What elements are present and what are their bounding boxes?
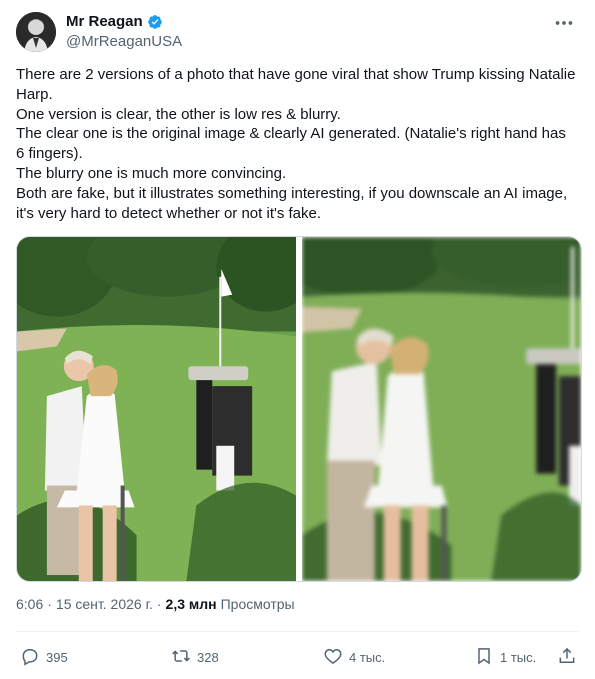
reply-button[interactable]: 395 bbox=[20, 645, 68, 669]
divider bbox=[16, 631, 579, 632]
bookmark-count: 1 тыс. bbox=[500, 649, 537, 665]
photo-clear[interactable] bbox=[17, 237, 296, 581]
tweet-paragraph: The blurry one is much more convincing. bbox=[16, 164, 287, 182]
photo-blurry[interactable] bbox=[302, 237, 581, 581]
retweet-count: 328 bbox=[197, 649, 219, 665]
share-icon bbox=[557, 646, 577, 669]
tweet-paragraph: The clear one is the original image & cl… bbox=[16, 125, 566, 163]
tweet-text: There are 2 versions of a photo that hav… bbox=[16, 65, 576, 223]
reply-icon bbox=[20, 646, 40, 669]
action-bar: 395 328 4 тыс. 1 тыс. bbox=[16, 645, 579, 669]
avatar[interactable] bbox=[16, 12, 56, 52]
name-row: Mr Reagan bbox=[66, 13, 163, 30]
tweet-paragraph: Both are fake, but it illustrates someth… bbox=[16, 184, 568, 222]
retweet-button[interactable]: 328 bbox=[171, 645, 219, 669]
heart-icon bbox=[323, 646, 343, 669]
bookmark-icon bbox=[474, 646, 494, 669]
meta-separator: · bbox=[156, 596, 162, 612]
retweet-icon bbox=[171, 646, 191, 669]
handle[interactable]: @MrReaganUSA bbox=[66, 33, 182, 50]
tweet-paragraph: There are 2 versions of a photo that hav… bbox=[16, 66, 576, 103]
tweet-time[interactable]: 6:06 bbox=[16, 596, 43, 612]
meta-separator: · bbox=[47, 596, 52, 612]
media-grid bbox=[16, 236, 582, 582]
views-count: 2,3 млн bbox=[165, 596, 217, 612]
tweet-meta: 6:06 · 15 сент. 2026 г. · 2,3 млн Просмо… bbox=[16, 596, 295, 612]
tweet-header: Mr Reagan @MrReaganUSA bbox=[16, 12, 579, 52]
more-dots-icon[interactable] bbox=[553, 12, 575, 34]
tweet: Mr Reagan @MrReaganUSA There are 2 versi… bbox=[0, 0, 595, 679]
tweet-date[interactable]: 15 сент. 2026 г. bbox=[56, 596, 153, 612]
verified-badge-icon bbox=[147, 14, 163, 30]
display-name[interactable]: Mr Reagan bbox=[66, 13, 143, 30]
like-button[interactable]: 4 тыс. bbox=[323, 645, 385, 669]
views-label: Просмотры bbox=[220, 596, 295, 612]
tweet-paragraph: One version is clear, the other is low r… bbox=[16, 105, 341, 123]
reply-count: 395 bbox=[46, 649, 68, 665]
like-count: 4 тыс. bbox=[349, 649, 386, 665]
bookmark-button[interactable]: 1 тыс. bbox=[474, 645, 536, 669]
share-button[interactable] bbox=[557, 645, 577, 669]
